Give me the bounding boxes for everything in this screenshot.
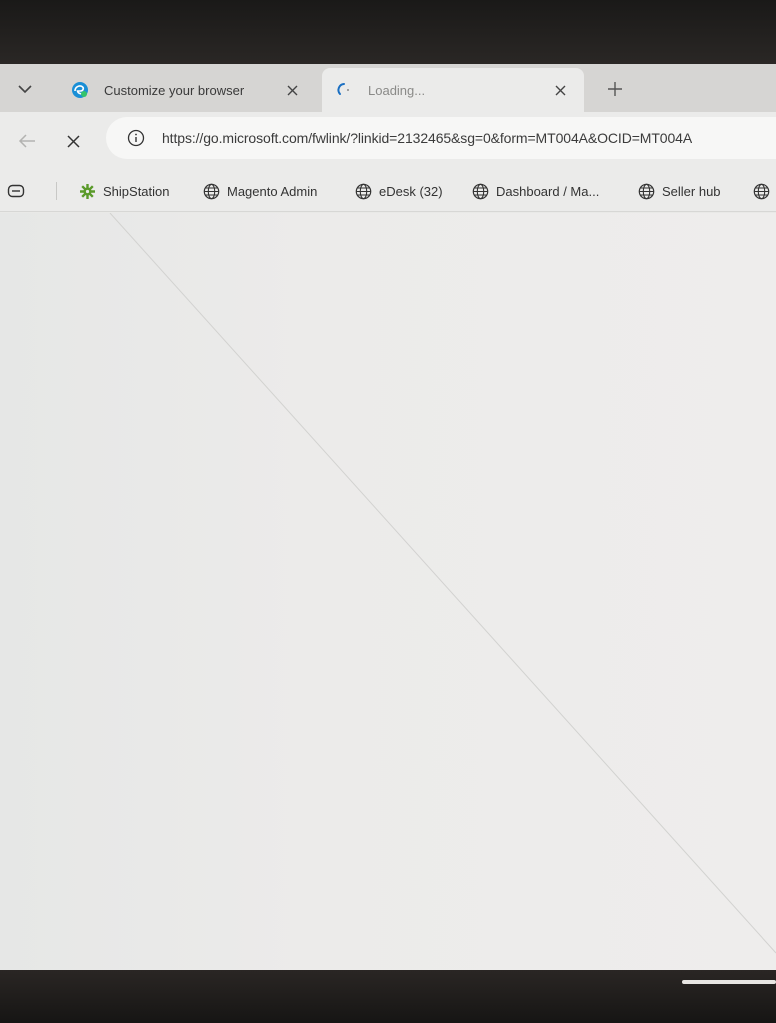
favorite-dashboard[interactable]: Dashboard / Ma... [471,180,599,202]
back-arrow-icon [18,134,35,148]
tab-strip: Customize your browser Loading... [0,64,776,112]
favorite-seller-hub[interactable]: Seller hub [637,180,721,202]
close-icon [66,134,80,148]
page-content-area [0,213,776,970]
close-tab-button[interactable] [280,78,304,102]
shipstation-gear-icon [78,182,96,200]
globe-icon [202,182,220,200]
screen-crease-line [109,213,776,954]
loading-spinner-icon [334,80,354,100]
plus-icon [608,82,622,96]
favorite-label: Seller hub [662,183,721,199]
device-bezel-bottom [0,970,776,1023]
favorite-magento-admin[interactable]: Magento Admin [202,180,317,202]
close-icon [287,85,297,95]
device-bezel-top [0,0,776,64]
tab-actions-menu-button[interactable] [8,76,42,102]
tab-title: Loading... [368,82,426,98]
favorite-label: eDesk (32) [379,183,443,199]
back-button[interactable] [12,126,42,156]
navigation-toolbar: https://go.microsoft.com/fwlink/?linkid=… [0,112,776,170]
new-tab-button[interactable] [600,74,630,104]
favorites-menu-icon[interactable] [6,182,26,200]
favorite-label: ShipStation [103,183,170,199]
tab-loading[interactable]: Loading... [322,68,584,112]
globe-icon [471,182,489,200]
favorite-shipstation[interactable]: ShipStation [78,180,170,202]
globe-icon [354,182,372,200]
favorite-edesk[interactable]: eDesk (32) [354,180,443,202]
favorite-more[interactable] [752,180,776,202]
favorite-label: Dashboard / Ma... [496,183,600,199]
close-icon [555,85,565,95]
tab-customize-browser[interactable]: Customize your browser [58,68,316,112]
globe-icon [752,182,770,200]
favorites-bar: ShipStation Magento Admin eDesk (32) Das… [0,170,776,212]
favorite-label: Magento Admin [227,183,318,199]
edge-logo-icon [70,80,90,100]
browser-window: Customize your browser Loading... https:… [0,64,776,970]
chevron-down-icon [18,85,32,94]
globe-icon [637,182,655,200]
close-tab-button[interactable] [548,78,572,102]
stop-loading-button[interactable] [58,126,88,156]
divider [56,182,57,200]
address-bar[interactable]: https://go.microsoft.com/fwlink/?linkid=… [106,117,776,159]
home-indicator[interactable] [682,980,776,984]
site-info-icon[interactable] [126,128,146,148]
url-text: https://go.microsoft.com/fwlink/?linkid=… [162,130,693,146]
tab-title: Customize your browser [104,82,245,98]
